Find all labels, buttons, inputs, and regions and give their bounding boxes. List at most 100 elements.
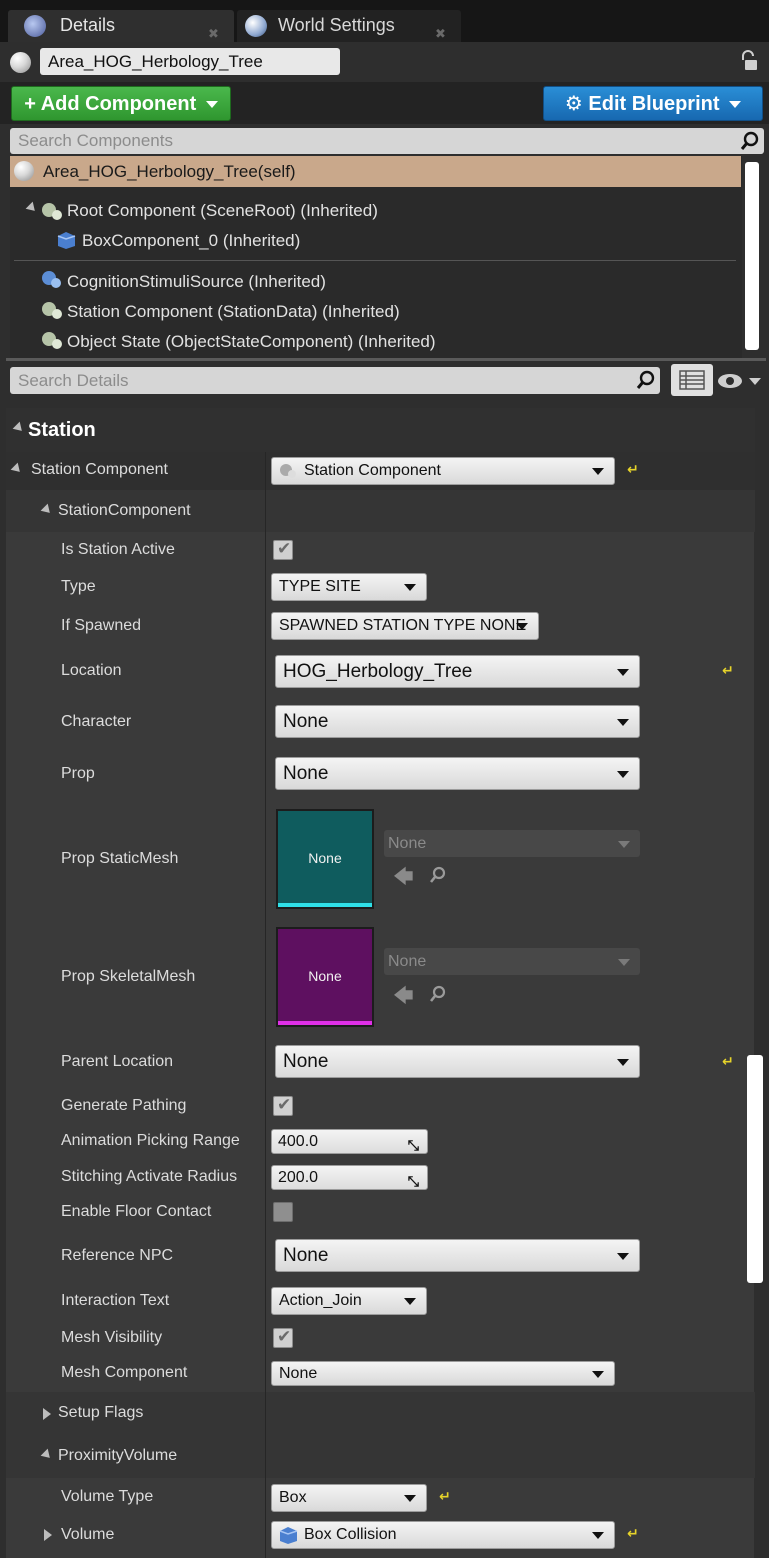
tab-details-label: Details <box>60 15 116 35</box>
category-station[interactable]: Station <box>6 408 755 452</box>
is-station-active-checkbox[interactable]: ✔ <box>273 539 293 560</box>
tree-item-station[interactable]: Station Component (StationData) (Inherit… <box>67 298 400 326</box>
box-component-icon <box>55 230 77 250</box>
chevron-down-icon <box>729 101 742 109</box>
search-icon[interactable] <box>636 370 656 390</box>
collapse-arrow-icon[interactable] <box>44 1529 52 1541</box>
search-details-input[interactable]: Search Details <box>10 367 660 394</box>
mesh-component-dropdown[interactable]: None <box>271 1361 615 1386</box>
tab-world-settings[interactable]: World Settings ✖ <box>237 10 461 42</box>
volume-label: Volume <box>61 1526 115 1543</box>
character-dropdown[interactable]: None <box>275 705 640 738</box>
reset-arrow-icon[interactable]: ↵ <box>439 1488 451 1505</box>
chevron-down-icon <box>618 841 630 848</box>
stitching-activate-radius-label: Stitching Activate Radius <box>61 1168 238 1185</box>
chevron-down-icon <box>404 584 416 591</box>
box-collision-icon <box>277 1525 299 1545</box>
tab-world-settings-label: World Settings <box>278 15 395 35</box>
component-icon <box>278 462 298 480</box>
interaction-text-value: Action_Join <box>279 1292 362 1309</box>
staticmesh-thumbnail-label: None <box>308 850 342 866</box>
browse-arrow-icon: 🡄 <box>393 866 414 888</box>
skeletalmesh-value: None <box>388 953 427 970</box>
interaction-text-label: Interaction Text <box>61 1292 170 1309</box>
type-dropdown[interactable]: TYPE SITE <box>271 573 427 601</box>
if-spawned-dropdown[interactable]: SPAWNED STATION TYPE NONE <box>271 612 539 640</box>
reset-arrow-icon[interactable]: ↵ <box>722 1053 734 1070</box>
object-state-icon <box>40 330 64 350</box>
find-icon[interactable] <box>428 984 448 1004</box>
check-icon: ✔ <box>277 1327 292 1346</box>
prop-staticmesh-label: Prop StaticMesh <box>61 850 179 867</box>
tab-details[interactable]: Details ✖ <box>8 10 234 42</box>
location-label: Location <box>61 662 122 679</box>
tree-item-self-label: Area_HOG_Herbology_Tree(self) <box>43 162 296 181</box>
station-component-dropdown[interactable]: Station Component <box>271 457 615 485</box>
expand-arrow-icon[interactable] <box>25 201 39 215</box>
search-icon[interactable] <box>740 131 760 151</box>
enable-floor-contact-checkbox[interactable] <box>273 1202 293 1222</box>
volume-type-dropdown[interactable]: Box <box>271 1484 427 1512</box>
expand-arrow-icon[interactable] <box>40 503 54 517</box>
station-component-icon <box>40 300 64 320</box>
reset-arrow-icon[interactable]: ↵ <box>627 1525 639 1542</box>
mesh-component-label: Mesh Component <box>61 1364 188 1381</box>
actor-name-field[interactable]: Area_HOG_Herbology_Tree <box>40 48 340 75</box>
volume-value: Box Collision <box>304 1526 397 1543</box>
tree-item-root[interactable]: Root Component (SceneRoot) (Inherited) <box>67 197 378 225</box>
generate-pathing-checkbox[interactable]: ✔ <box>273 1095 293 1116</box>
reference-npc-dropdown[interactable]: None <box>275 1239 640 1272</box>
tree-item-cognition[interactable]: CognitionStimuliSource (Inherited) <box>67 268 326 296</box>
volume-dropdown[interactable]: Box Collision <box>271 1521 615 1549</box>
chevron-down-icon <box>592 1370 604 1378</box>
parent-location-value: None <box>283 1051 329 1072</box>
details-scrollbar[interactable] <box>747 1055 763 1283</box>
collapse-arrow-icon[interactable] <box>43 1408 51 1420</box>
prop-dropdown[interactable]: None <box>275 757 640 790</box>
search-details-placeholder: Search Details <box>18 371 129 390</box>
location-dropdown[interactable]: HOG_Herbology_Tree <box>275 655 640 688</box>
interaction-text-dropdown[interactable]: Action_Join <box>271 1287 427 1315</box>
tree-item-object-state[interactable]: Object State (ObjectStateComponent) (Inh… <box>67 328 436 356</box>
if-spawned-label: If Spawned <box>61 617 142 634</box>
station-component-label: Station Component <box>31 461 168 478</box>
gear-icon: ⚙ <box>564 93 589 115</box>
plus-icon: + <box>24 93 41 115</box>
find-icon[interactable] <box>428 865 448 885</box>
tree-item-self[interactable]: Area_HOG_Herbology_Tree(self) <box>10 156 741 187</box>
tree-item-box[interactable]: BoxComponent_0 (Inherited) <box>82 227 300 255</box>
add-component-label: Add Component <box>40 93 197 115</box>
volume-type-value: Box <box>279 1489 307 1506</box>
parent-location-dropdown[interactable]: None <box>275 1045 640 1078</box>
mesh-visibility-checkbox[interactable]: ✔ <box>273 1327 293 1348</box>
stitching-activate-radius-input[interactable]: 200.0 ⤡ <box>271 1165 428 1190</box>
edit-blueprint-button[interactable]: ⚙ Edit Blueprint <box>543 86 763 121</box>
type-label: Type <box>61 578 96 595</box>
chevron-down-icon <box>617 1058 629 1066</box>
staticmesh-type-bar <box>278 903 372 907</box>
mesh-visibility-label: Mesh Visibility <box>61 1329 163 1346</box>
search-components-input[interactable]: Search Components <box>10 128 764 154</box>
expand-arrow-icon[interactable] <box>10 462 24 476</box>
animation-picking-range-value: 400.0 <box>278 1133 319 1150</box>
resize-arrow-icon: ⤡ <box>407 1137 419 1153</box>
eye-icon[interactable] <box>717 372 763 390</box>
animation-picking-range-input[interactable]: 400.0 ⤡ <box>271 1129 428 1154</box>
staticmesh-thumbnail[interactable]: None <box>276 809 374 909</box>
view-options-icon[interactable] <box>671 364 713 396</box>
reset-arrow-icon[interactable]: ↵ <box>627 461 639 478</box>
character-value: None <box>283 711 329 732</box>
character-label: Character <box>61 713 132 730</box>
add-component-button[interactable]: + Add Component <box>11 86 231 121</box>
setup-flags-label: Setup Flags <box>58 1404 144 1421</box>
skeletalmesh-thumbnail[interactable]: None <box>276 927 374 1027</box>
location-value: HOG_Herbology_Tree <box>283 661 473 682</box>
column-splitter[interactable] <box>265 408 266 1558</box>
lock-icon[interactable] <box>739 50 759 72</box>
reset-arrow-icon[interactable]: ↵ <box>722 662 734 679</box>
expand-arrow-icon[interactable] <box>40 1448 54 1462</box>
prop-skeletalmesh-label: Prop SkeletalMesh <box>61 968 196 985</box>
tree-separator <box>14 260 736 261</box>
panel-splitter[interactable] <box>6 358 766 361</box>
tree-scrollbar[interactable] <box>745 162 759 350</box>
